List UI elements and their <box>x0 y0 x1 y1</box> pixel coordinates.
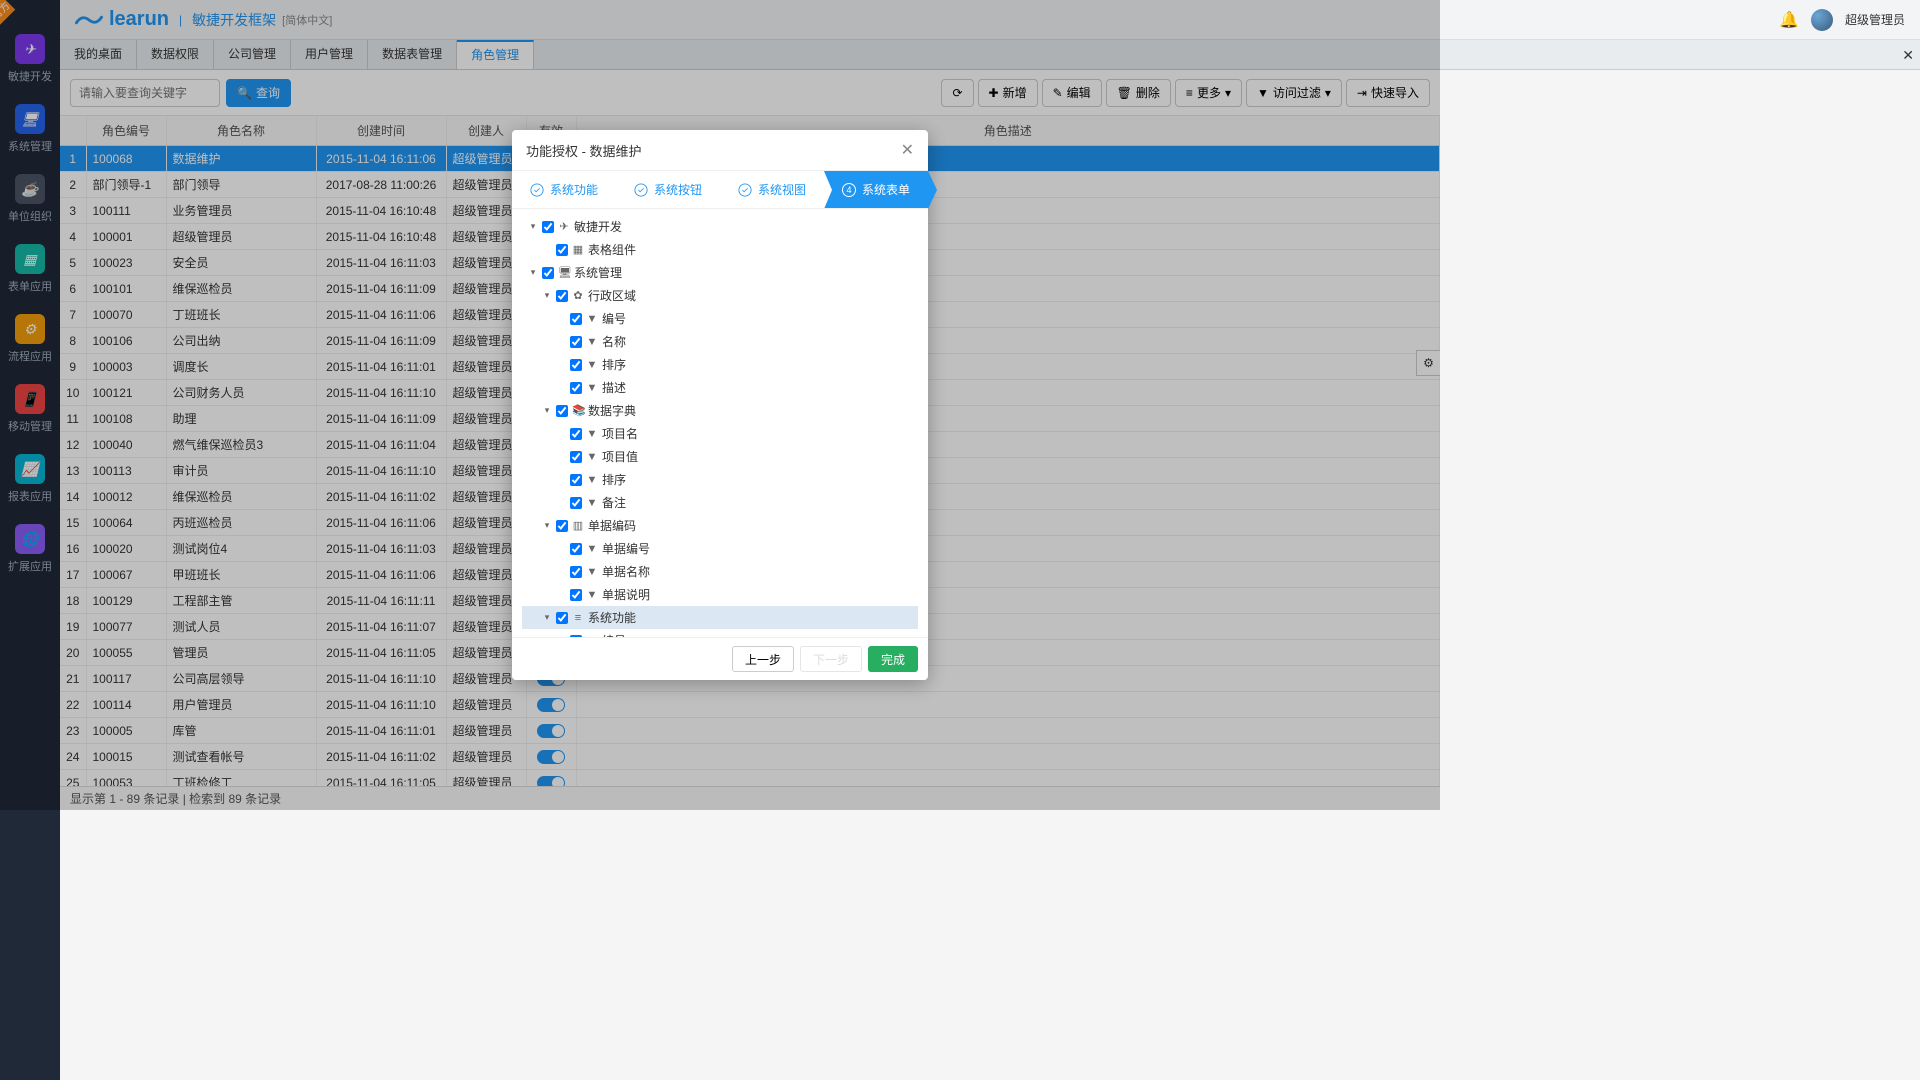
tree-caret-icon[interactable]: ▾ <box>542 520 552 531</box>
tree-checkbox[interactable] <box>542 267 554 279</box>
tree-node-label: 单据说明 <box>602 586 650 603</box>
username-label[interactable]: 超级管理员 <box>1845 11 1905 28</box>
close-all-tabs-icon[interactable]: ✕ <box>1902 47 1914 64</box>
tree-node[interactable]: ▼ 排序 <box>522 353 918 376</box>
tree-node-label: 项目名 <box>602 425 638 442</box>
tree-node-label: 排序 <box>602 471 626 488</box>
tree-node[interactable]: ▾ ≡ 系统功能 <box>522 606 918 629</box>
tree-node-icon: ▥ <box>572 519 584 532</box>
tree-checkbox[interactable] <box>570 336 582 348</box>
tree-node-label: 单据名称 <box>602 563 650 580</box>
tree-node-label: 单据编号 <box>602 540 650 557</box>
tree-checkbox[interactable] <box>570 474 582 486</box>
tree-node[interactable]: ▼ 编号 <box>522 307 918 330</box>
tree-node[interactable]: ▦ 表格组件 <box>522 238 918 261</box>
tree-node-label: 项目值 <box>602 448 638 465</box>
tree-node[interactable]: ▾ ✈ 敏捷开发 <box>522 215 918 238</box>
tree-node-icon: ▼ <box>586 382 598 394</box>
authorize-modal: 功能授权 - 数据维护 ✕ 系统功能系统按钮系统视图4系统表单 ▾✈敏捷开发▦表… <box>512 130 928 680</box>
tree-caret-icon[interactable]: ▾ <box>528 267 538 278</box>
tree-checkbox[interactable] <box>542 221 554 233</box>
tree-checkbox[interactable] <box>556 520 568 532</box>
wizard-step-0[interactable]: 系统功能 <box>512 171 616 209</box>
tree-checkbox[interactable] <box>556 290 568 302</box>
tree-node-label: 数据字典 <box>588 402 636 419</box>
tree-caret-icon[interactable]: ▾ <box>528 221 538 232</box>
modal-title: 功能授权 - 数据维护 <box>526 141 642 160</box>
tree-checkbox[interactable] <box>570 543 582 555</box>
tree-node-label: 描述 <box>602 379 626 396</box>
tree-node[interactable]: ▾ 🖥 系统管理 <box>522 261 918 284</box>
tree-node-label: 名称 <box>602 333 626 350</box>
permission-tree[interactable]: ▾ ✈ 敏捷开发 ▦ 表格组件 ▾ 🖥 系统管理 ▾ ✿ 行政区域 ▼ 编号 ▼ 名称 ▼ 排序 ▼ 描述 ▾ 📚 数据字… <box>512 209 928 637</box>
tree-caret-icon[interactable]: ▾ <box>542 612 552 623</box>
tree-node-label: 表格组件 <box>588 241 636 258</box>
tree-checkbox[interactable] <box>570 313 582 325</box>
tree-node-label: 编号 <box>602 632 626 637</box>
tree-node-icon: ▼ <box>586 635 598 638</box>
tree-node-label: 备注 <box>602 494 626 511</box>
tree-node[interactable]: ▼ 单据编号 <box>522 537 918 560</box>
tree-checkbox[interactable] <box>570 566 582 578</box>
tree-checkbox[interactable] <box>570 497 582 509</box>
wizard-step-1[interactable]: 系统按钮 <box>616 171 720 209</box>
tree-checkbox[interactable] <box>556 244 568 256</box>
wizard-step-3[interactable]: 4系统表单 <box>824 171 928 209</box>
tree-node-icon: ▼ <box>586 497 598 509</box>
tree-node[interactable]: ▾ ▥ 单据编码 <box>522 514 918 537</box>
tree-node-icon: ✿ <box>572 289 584 302</box>
tree-node-icon: ▼ <box>586 474 598 486</box>
tree-node-icon: ▼ <box>586 428 598 440</box>
tree-node-icon: ▼ <box>586 313 598 325</box>
tree-checkbox[interactable] <box>570 359 582 371</box>
tree-node-icon: 🖥 <box>558 266 570 279</box>
tree-caret-icon[interactable]: ▾ <box>542 290 552 301</box>
tree-node-label: 系统管理 <box>574 264 622 281</box>
tree-node-label: 敏捷开发 <box>574 218 622 235</box>
tree-node[interactable]: ▼ 项目值 <box>522 445 918 468</box>
tree-node-label: 系统功能 <box>588 609 636 626</box>
tree-node[interactable]: ▼ 项目名 <box>522 422 918 445</box>
next-step-button[interactable]: 下一步 <box>800 646 862 672</box>
tree-node-label: 排序 <box>602 356 626 373</box>
tree-node-icon: ▼ <box>586 336 598 348</box>
tree-checkbox[interactable] <box>570 451 582 463</box>
tree-checkbox[interactable] <box>570 382 582 394</box>
tree-node[interactable]: ▼ 排序 <box>522 468 918 491</box>
finish-button[interactable]: 完成 <box>868 646 918 672</box>
tree-node[interactable]: ▼ 单据名称 <box>522 560 918 583</box>
tree-node-icon: ▼ <box>586 589 598 601</box>
wizard-step-2[interactable]: 系统视图 <box>720 171 824 209</box>
tree-node-icon: ✈ <box>558 220 570 233</box>
tree-node[interactable]: ▼ 描述 <box>522 376 918 399</box>
tree-checkbox[interactable] <box>570 635 582 638</box>
tree-checkbox[interactable] <box>570 428 582 440</box>
tree-node-label: 单据编码 <box>588 517 636 534</box>
tree-node-icon: ▼ <box>586 359 598 371</box>
tree-node[interactable]: ▼ 编号 <box>522 629 918 637</box>
tree-node[interactable]: ▾ ✿ 行政区域 <box>522 284 918 307</box>
tree-node-icon: 📚 <box>572 404 584 417</box>
tree-node[interactable]: ▾ 📚 数据字典 <box>522 399 918 422</box>
prev-step-button[interactable]: 上一步 <box>732 646 794 672</box>
tree-node-icon: ▼ <box>586 451 598 463</box>
tree-checkbox[interactable] <box>570 589 582 601</box>
tree-caret-icon[interactable]: ▾ <box>542 405 552 416</box>
tree-node-label: 行政区域 <box>588 287 636 304</box>
tree-node-icon: ≡ <box>572 612 584 624</box>
tree-node[interactable]: ▼ 备注 <box>522 491 918 514</box>
modal-close-icon[interactable]: ✕ <box>901 140 914 160</box>
tree-node-icon: ▼ <box>586 543 598 555</box>
wizard-steps: 系统功能系统按钮系统视图4系统表单 <box>512 171 928 209</box>
notification-bell-icon[interactable]: 🔔 <box>1779 10 1799 30</box>
tree-checkbox[interactable] <box>556 405 568 417</box>
tree-node[interactable]: ▼ 单据说明 <box>522 583 918 606</box>
tree-node-label: 编号 <box>602 310 626 327</box>
tree-node-icon: ▦ <box>572 243 584 256</box>
tree-node-icon: ▼ <box>586 566 598 578</box>
avatar[interactable] <box>1811 9 1833 31</box>
tree-checkbox[interactable] <box>556 612 568 624</box>
tree-node[interactable]: ▼ 名称 <box>522 330 918 353</box>
